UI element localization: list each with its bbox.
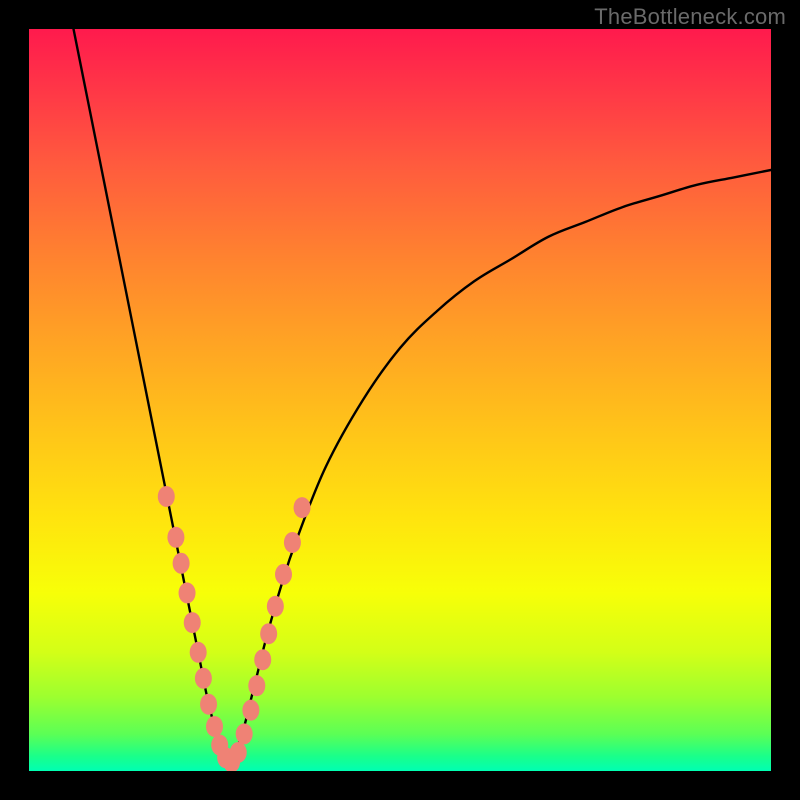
data-marker	[206, 716, 223, 737]
data-marker	[190, 642, 207, 663]
data-marker	[158, 486, 175, 507]
data-marker	[254, 649, 271, 670]
data-marker	[248, 675, 265, 696]
data-marker	[284, 532, 301, 553]
data-marker	[236, 723, 253, 744]
data-markers	[158, 486, 311, 771]
data-marker	[267, 596, 284, 617]
data-marker	[242, 700, 259, 721]
plot-area	[29, 29, 771, 771]
data-marker	[230, 742, 247, 763]
data-marker	[294, 497, 311, 518]
data-marker	[179, 582, 196, 603]
curve-right-branch	[229, 170, 771, 764]
data-marker	[260, 623, 277, 644]
data-marker	[275, 564, 292, 585]
chart-svg	[29, 29, 771, 771]
data-marker	[195, 668, 212, 689]
data-marker	[173, 553, 190, 574]
chart-frame: TheBottleneck.com	[0, 0, 800, 800]
watermark-text: TheBottleneck.com	[594, 4, 786, 30]
data-marker	[200, 694, 217, 715]
data-marker	[184, 612, 201, 633]
data-marker	[167, 527, 184, 548]
